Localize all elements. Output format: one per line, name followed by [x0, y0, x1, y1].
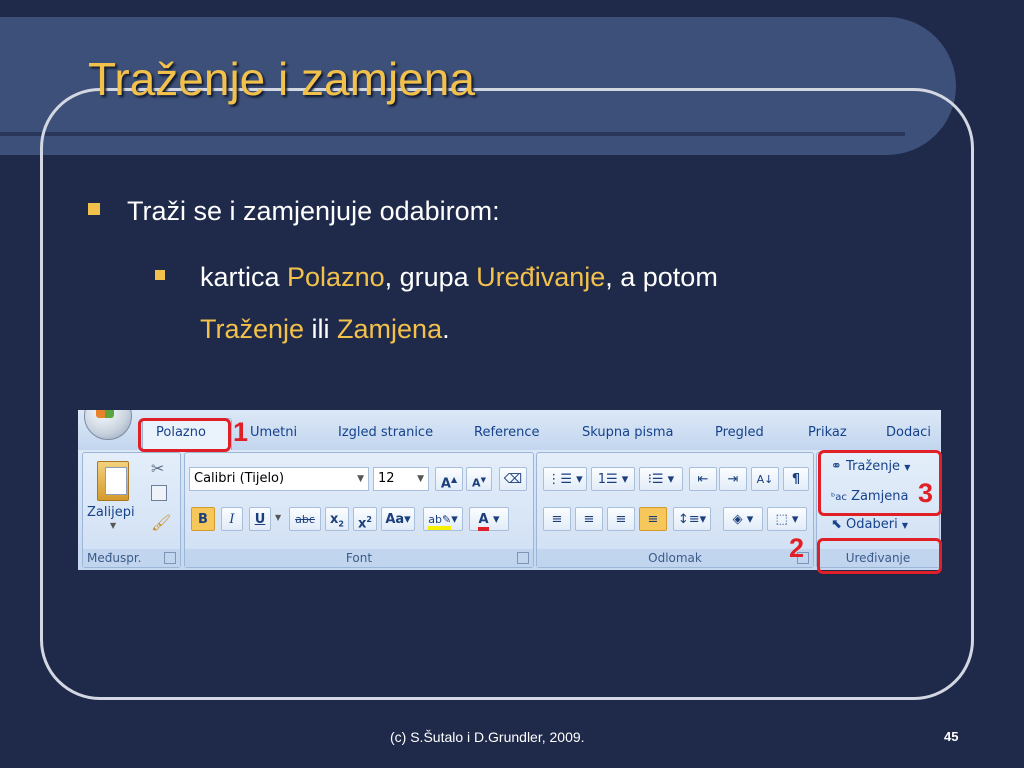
chevron-down-icon: ▼ — [417, 474, 424, 484]
font-size-value: 12 — [378, 471, 395, 486]
italic-button[interactable]: I — [221, 507, 243, 531]
group-label-font: Font — [185, 549, 533, 567]
grow-font-icon[interactable]: A▲ — [435, 467, 463, 491]
select-label: Odaberi — [846, 517, 898, 532]
underline-button[interactable]: U — [249, 507, 271, 531]
bullet-2-text: , a potom — [605, 262, 718, 292]
highlight-tab-name: Polazno — [287, 262, 385, 292]
page-number: 45 — [944, 729, 959, 744]
line-spacing-icon[interactable]: ↕≡▾ — [673, 507, 711, 531]
increase-indent-icon[interactable]: ⇥ — [719, 467, 747, 491]
group-label-paragraph: Odlomak — [537, 549, 813, 567]
font-color-icon[interactable]: A ▾ — [469, 507, 509, 531]
tab-reference[interactable]: Reference — [474, 425, 539, 440]
multilevel-list-icon[interactable]: ⁝☰ ▾ — [639, 467, 683, 491]
tab-izgled-stranice[interactable]: Izgled stranice — [338, 425, 433, 440]
annotation-box-group — [817, 538, 942, 574]
chevron-down-icon: ▼ — [357, 474, 364, 484]
highlight-group-name: Uređivanje — [476, 262, 606, 292]
bullet-1-text: Traži se i zamjenjuje odabirom: — [127, 196, 500, 226]
bold-button[interactable]: B — [191, 507, 215, 531]
office-logo-icon — [96, 410, 114, 418]
superscript-icon[interactable]: x2 — [353, 507, 377, 531]
font-name-combo[interactable]: Calibri (Tijelo) ▼ — [189, 467, 369, 491]
font-name-value: Calibri (Tijelo) — [194, 471, 285, 486]
annotation-box-tab — [138, 418, 231, 452]
cut-icon[interactable]: ✂ — [151, 459, 164, 478]
tab-pregled[interactable]: Pregled — [715, 425, 764, 440]
bullet-2-text: kartica — [200, 262, 288, 292]
select-button[interactable]: ⬉ Odaberi ▼ — [831, 517, 908, 532]
clear-formatting-icon[interactable]: ⌫ — [499, 467, 527, 491]
chevron-down-icon: ▼ — [901, 521, 909, 530]
annotation-number-2: 2 — [789, 533, 805, 563]
paste-button-label[interactable]: Zalijepi — [87, 505, 135, 520]
tab-umetni[interactable]: Umetni — [250, 425, 297, 440]
align-right-icon[interactable]: ≡ — [607, 507, 635, 531]
highlight-replace: Zamjena — [337, 314, 443, 344]
shading-icon[interactable]: ◈ ▾ — [723, 507, 763, 531]
bullet-2-line-1: kartica Polazno, grupa Uređivanje, a pot… — [200, 262, 718, 293]
bullet-2-text: ili — [304, 314, 338, 344]
bullet-2-text: . — [442, 314, 450, 344]
dialog-launcher-icon[interactable] — [517, 552, 529, 564]
highlight-find: Traženje — [200, 314, 305, 344]
group-clipboard: Zalijepi ▼ ✂ 🖌 Međuspr. — [82, 452, 181, 568]
strikethrough-icon[interactable]: abc — [289, 507, 321, 531]
chevron-down-icon[interactable]: ▼ — [275, 513, 281, 522]
bullet-2-text: , grupa — [384, 262, 477, 292]
dialog-launcher-icon[interactable] — [164, 552, 176, 564]
font-size-combo[interactable]: 12 ▼ — [373, 467, 429, 491]
bullet-2-line-2: Traženje ili Zamjena. — [200, 314, 450, 345]
subscript-icon[interactable]: x2 — [325, 507, 349, 531]
annotation-number-3: 3 — [918, 478, 934, 508]
highlight-color-icon[interactable]: ab✎▾ — [423, 507, 463, 531]
numbering-icon[interactable]: 1☰ ▾ — [591, 467, 635, 491]
group-font: Calibri (Tijelo) ▼ 12 ▼ A▲ A▼ ⌫ B I U ▼ ab… — [184, 452, 534, 568]
pilcrow-icon[interactable]: ¶ — [783, 467, 809, 491]
footer-credit: (c) S.Šutalo i D.Grundler, 2009. — [390, 729, 585, 745]
align-left-icon[interactable]: ≡ — [543, 507, 571, 531]
align-center-icon[interactable]: ≡ — [575, 507, 603, 531]
bullet-marker — [155, 270, 165, 280]
chevron-down-icon[interactable]: ▼ — [110, 521, 116, 530]
slide-title: Traženje i zamjena — [88, 53, 475, 105]
borders-icon[interactable]: ⬚ ▾ — [767, 507, 807, 531]
bullets-icon[interactable]: ⋮☰ ▾ — [543, 467, 587, 491]
cursor-icon: ⬉ — [831, 517, 842, 532]
change-case-icon[interactable]: Aa▾ — [381, 507, 415, 531]
shrink-font-icon[interactable]: A▼ — [466, 467, 492, 491]
format-painter-icon[interactable]: 🖌 — [151, 513, 171, 532]
content-frame — [40, 88, 974, 700]
tab-dodaci[interactable]: Dodaci — [886, 425, 931, 440]
paste-page-icon — [105, 467, 127, 495]
annotation-number-1: 1 — [233, 417, 249, 447]
decrease-indent-icon[interactable]: ⇤ — [689, 467, 717, 491]
tab-prikaz[interactable]: Prikaz — [808, 425, 847, 440]
group-paragraph: ⋮☰ ▾ 1☰ ▾ ⁝☰ ▾ ⇤ ⇥ A↓ ¶ ≡ ≡ ≡ ≡ ↕≡▾ ◈ ▾ … — [536, 452, 814, 568]
justify-icon[interactable]: ≡ — [639, 507, 667, 531]
bullet-marker — [88, 203, 100, 215]
copy-icon[interactable] — [151, 485, 167, 501]
tab-skupna-pisma[interactable]: Skupna pisma — [582, 425, 673, 440]
sort-icon[interactable]: A↓ — [751, 467, 779, 491]
